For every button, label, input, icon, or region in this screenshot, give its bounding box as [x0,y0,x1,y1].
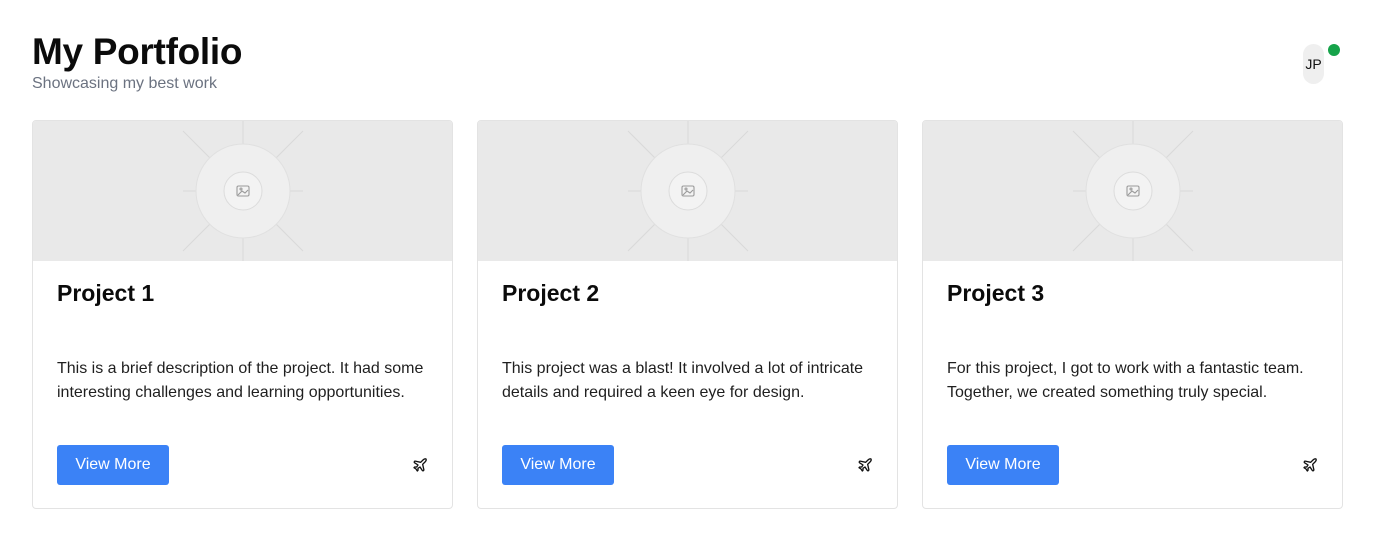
project-description: For this project, I got to work with a f… [947,360,1304,401]
project-card-body: Project 1 This is a brief description of… [33,261,452,508]
image-placeholder-icon [1072,121,1194,261]
portfolio-page: My Portfolio Showcasing my best work JP [0,0,1376,542]
project-title: Project 3 [947,280,1045,306]
project-card-3: Project 3 For this project, I got to wor… [922,120,1343,509]
image-placeholder-icon [182,121,304,261]
project-card-2: Project 2 This project was a blast! It i… [477,120,898,509]
project-image-placeholder [478,121,897,261]
project-card-1: Project 1 This is a brief description of… [32,120,453,509]
view-more-button[interactable]: View More [502,445,614,485]
project-description: This project was a blast! It involved a … [502,360,864,401]
project-image-placeholder [923,121,1342,261]
project-description: This is a brief description of the proje… [57,360,424,401]
image-placeholder-icon [627,121,749,261]
page-subtitle: Showcasing my best work [32,75,217,92]
project-title: Project 1 [57,280,155,306]
page-title: My Portfolio [32,31,243,72]
online-status-dot [1328,44,1340,56]
page-header: My Portfolio Showcasing my best work JP [32,0,1344,120]
view-more-button[interactable]: View More [947,445,1059,485]
project-card-body: Project 2 This project was a blast! It i… [478,261,897,508]
project-card-body: Project 3 For this project, I got to wor… [923,261,1342,508]
project-cards: Project 1 This is a brief description of… [32,120,1344,509]
avatar[interactable]: JP [1303,44,1324,84]
project-image-placeholder [33,121,452,261]
airplane-icon[interactable] [1302,457,1318,473]
airplane-icon[interactable] [857,457,873,473]
airplane-icon[interactable] [412,457,428,473]
view-more-button[interactable]: View More [57,445,169,485]
project-title: Project 2 [502,280,600,306]
